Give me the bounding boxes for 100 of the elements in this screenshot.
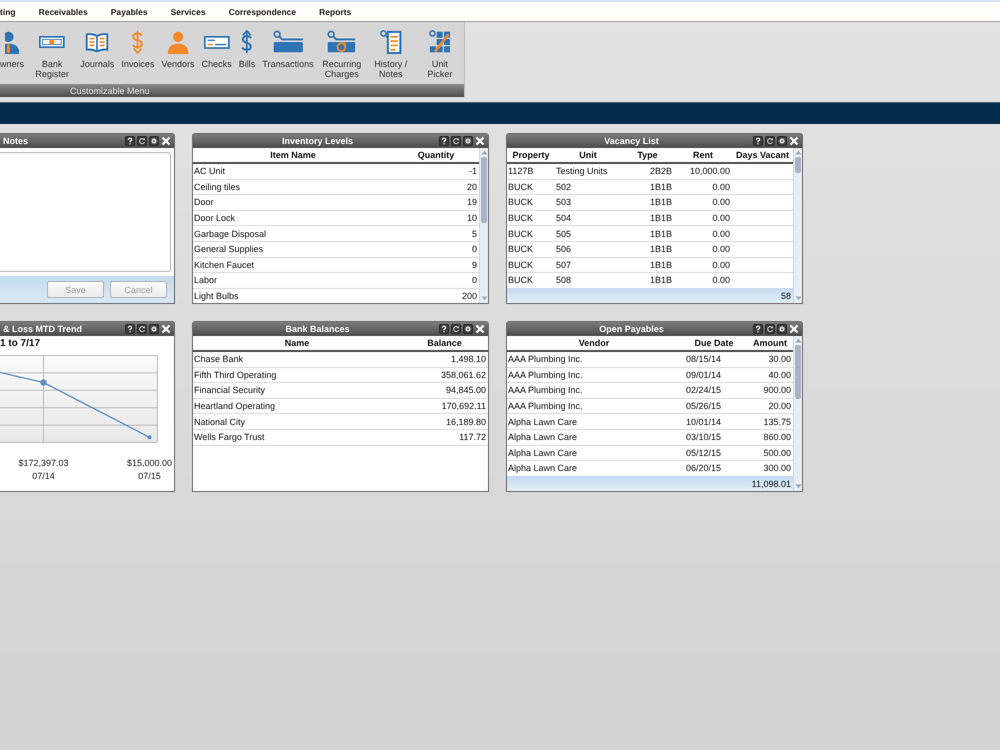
scrollbar-thumb[interactable]	[795, 345, 801, 399]
refresh-icon[interactable]	[451, 324, 461, 334]
settings-icon[interactable]	[463, 136, 473, 146]
table-cell-text: 0	[470, 244, 478, 254]
menu-item[interactable]: Receivables	[38, 6, 88, 16]
table-cell-text: -1	[468, 166, 478, 176]
column-header: Name	[284, 338, 310, 348]
table-cell-text: 900.00	[762, 385, 792, 396]
menu-item[interactable]: Correspondence	[228, 6, 296, 16]
table-cell-text: 506	[555, 244, 572, 254]
table-cell-text: 500.00	[762, 448, 792, 458]
person-icon	[5, 30, 19, 54]
refresh-icon[interactable]	[451, 136, 461, 146]
table-cell-text: 5	[470, 228, 478, 239]
widget-title: & Loss MTD Trend	[3, 324, 82, 334]
scrollbar[interactable]	[479, 148, 488, 303]
menu-item[interactable]: Reports	[319, 6, 352, 16]
help-icon[interactable]	[439, 324, 449, 334]
table-cell-text: 1,498.10	[450, 354, 487, 364]
column-header: Days Vacant	[734, 150, 790, 160]
toolbar-caption: Customizable Menu	[70, 86, 150, 96]
table-cell-text: Chase Bank	[193, 354, 244, 364]
scrollbar[interactable]	[793, 336, 802, 491]
scrollbar-thumb[interactable]	[481, 157, 487, 223]
toolbar-button[interactable]: Journals	[80, 22, 114, 84]
toolbar-button[interactable]: Bills	[238, 22, 256, 84]
settings-icon[interactable]	[463, 324, 473, 334]
axis-label: 07/15	[138, 470, 161, 483]
refresh-icon[interactable]	[765, 136, 775, 146]
table-cell-text: 300.00	[762, 463, 792, 474]
table-cell-text: BUCK	[507, 244, 534, 254]
toolbar-button[interactable]: Invoices	[121, 22, 154, 84]
close-icon[interactable]	[161, 136, 171, 146]
close-icon[interactable]	[475, 136, 485, 146]
table-cell-text: Alpha Lawn Care	[507, 463, 578, 474]
settings-icon[interactable]	[149, 136, 159, 146]
help-icon[interactable]	[125, 136, 135, 146]
toolbar-button[interactable]: wners	[0, 22, 24, 84]
data-point	[40, 379, 47, 386]
table-cell-text: 135.75	[762, 416, 792, 427]
table-cell-text: BUCK	[507, 197, 534, 208]
table-cell-text: 0.00	[711, 182, 731, 192]
table-cell-text: AAA Plumbing Inc.	[507, 354, 584, 364]
menu-item[interactable]: ting	[0, 6, 16, 16]
table-cell-text: 358,061.62	[440, 370, 487, 380]
scrollbar-thumb[interactable]	[795, 157, 801, 173]
refresh-icon[interactable]	[765, 324, 775, 334]
toolbar-button[interactable]: Unit Picker	[418, 22, 461, 84]
table-cell-text: National City	[193, 416, 246, 427]
toolbar-button[interactable]: Bank Register	[31, 22, 74, 84]
table-cell-text: Alpha Lawn Care	[507, 416, 578, 427]
close-icon[interactable]	[789, 136, 799, 146]
data-point	[148, 435, 152, 440]
column-header: Rent	[692, 150, 714, 160]
table-cell-text: 504	[555, 213, 572, 224]
column-header: Vendor	[578, 338, 610, 348]
toolbar-button[interactable]: Checks	[202, 22, 232, 84]
toolbar-button[interactable]: Vendors	[162, 22, 195, 84]
scrollbar[interactable]	[793, 148, 802, 303]
table-cell-text: Fifth Third Operating	[193, 370, 278, 380]
table-cell-text: 0.00	[711, 228, 731, 239]
widget-title: Inventory Levels	[282, 136, 354, 146]
refresh-icon[interactable]	[137, 136, 147, 146]
table-cell-text: BUCK	[507, 182, 534, 192]
toolbar-button[interactable]: Transactions	[262, 22, 314, 84]
settings-icon[interactable]	[777, 136, 787, 146]
toolbar-button[interactable]: History / Notes	[370, 22, 412, 84]
column-header: Due Date	[693, 338, 734, 348]
footer-value: 58	[780, 290, 791, 300]
table-cell-text: 9	[470, 260, 478, 270]
close-icon[interactable]	[161, 324, 171, 334]
close-icon[interactable]	[789, 324, 799, 334]
menu-item[interactable]: Services	[170, 6, 206, 16]
table-cell-text: Kitchen Faucet	[193, 260, 256, 270]
table-cell-text: 117.72	[458, 432, 487, 442]
table-cell-text: 1B1B	[648, 244, 673, 254]
table-cell-text: 170,692.11	[440, 401, 487, 412]
notes-field[interactable]	[0, 152, 171, 272]
help-icon[interactable]	[753, 136, 763, 146]
column-header: Amount	[752, 338, 788, 348]
table-cell-text: 1B1B	[648, 213, 673, 224]
help-icon[interactable]	[125, 324, 135, 334]
table-cell-text: 200	[460, 291, 478, 302]
card-icon	[272, 30, 304, 54]
table-cell-text: 40.00	[767, 370, 792, 380]
table-cell-text: BUCK	[507, 260, 534, 270]
table-cell-text: Testing Units	[555, 166, 609, 176]
settings-icon[interactable]	[149, 324, 159, 334]
help-icon[interactable]	[753, 324, 763, 334]
menu-item[interactable]: Payables	[110, 6, 148, 16]
settings-icon[interactable]	[777, 324, 787, 334]
refresh-icon[interactable]	[137, 324, 147, 334]
table-cell-text: Light Bulbs	[193, 291, 240, 302]
table-cell-text: 0	[470, 275, 478, 286]
table-cell-text: General Supplies	[193, 244, 264, 254]
close-icon[interactable]	[475, 324, 485, 334]
table-cell-text: 03/10/15	[685, 432, 722, 442]
widget-title: Notes	[3, 136, 28, 146]
toolbar-button[interactable]: Recurring Charges	[320, 22, 363, 84]
help-icon[interactable]	[439, 136, 449, 146]
